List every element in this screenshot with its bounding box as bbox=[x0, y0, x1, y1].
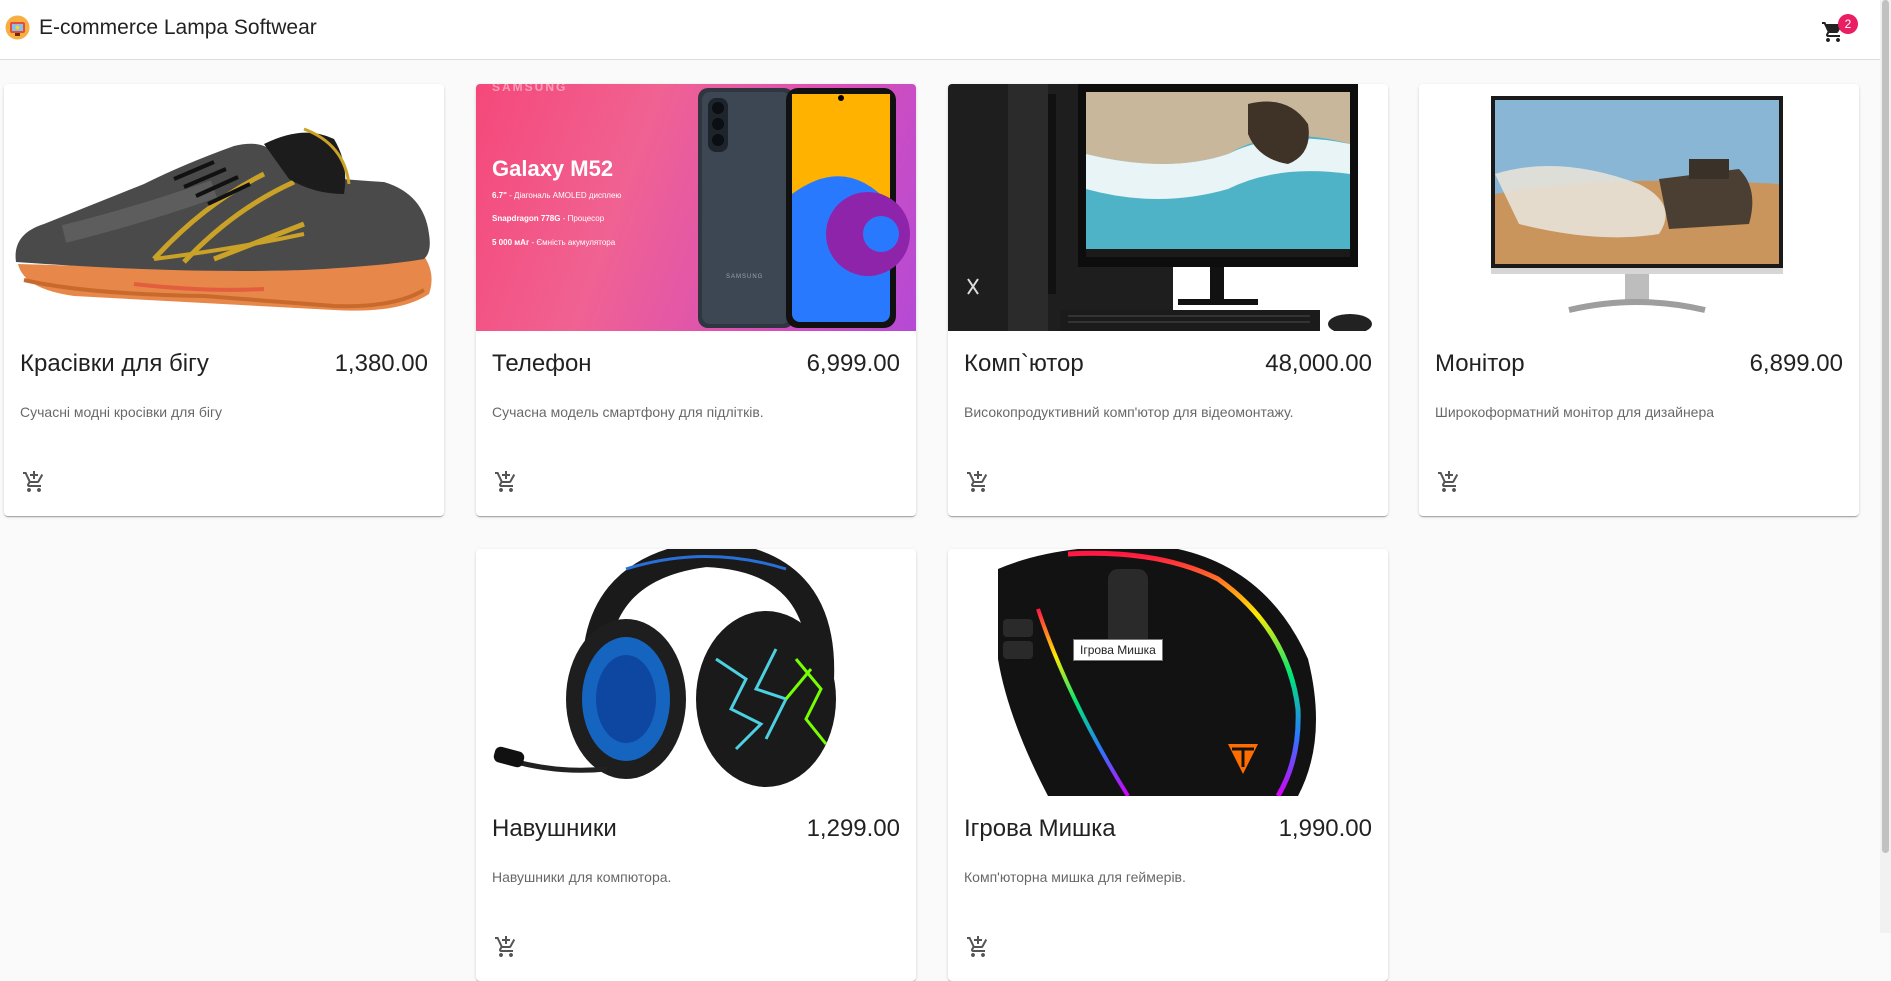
product-card: Монітор 6,899.00 Широкоформатний монітор… bbox=[1419, 84, 1859, 516]
image-tooltip: Ігрова Мишка bbox=[1073, 639, 1163, 661]
product-price: 6,999.00 bbox=[806, 350, 900, 377]
banner-brand: SAMSUNG bbox=[492, 84, 568, 94]
cart-button[interactable]: 2 bbox=[1818, 14, 1858, 48]
add-to-cart-button[interactable] bbox=[962, 466, 994, 498]
product-card: Навушники 1,299.00 Навушники для компюто… bbox=[476, 549, 916, 981]
banner-spec-3-value: 5 000 мАг bbox=[492, 238, 530, 247]
product-description: Навушники для компютора. bbox=[492, 869, 672, 885]
add-to-cart-button[interactable] bbox=[1433, 466, 1465, 498]
product-price: 1,299.00 bbox=[806, 815, 900, 842]
product-card: Ігрова Мишка 1,990.00 Комп'юторна мишка … bbox=[948, 549, 1388, 981]
banner-spec-1-value: 6.7" bbox=[492, 191, 507, 200]
product-name: Ігрова Мишка bbox=[964, 815, 1116, 842]
add-shopping-cart-icon bbox=[1438, 471, 1459, 492]
add-to-cart-button[interactable] bbox=[962, 931, 994, 963]
headphones-image[interactable] bbox=[476, 549, 916, 796]
product-name: Красівки для бігу bbox=[20, 350, 209, 377]
app-logo-icon bbox=[5, 15, 30, 40]
product-description: Високопродуктивний комп'ютор для відеомо… bbox=[964, 404, 1294, 420]
banner-spec-3: 5 000 мАг - Ємність акумулятора bbox=[492, 238, 615, 247]
banner-spec-2-label: - Процесор bbox=[562, 214, 605, 223]
desktop-computer-image[interactable] bbox=[948, 84, 1388, 331]
add-to-cart-button[interactable] bbox=[490, 466, 522, 498]
banner-spec-3-label: - Ємність акумулятора bbox=[531, 238, 616, 247]
add-shopping-cart-icon bbox=[495, 936, 516, 957]
add-shopping-cart-icon bbox=[967, 936, 988, 957]
add-shopping-cart-icon bbox=[23, 471, 44, 492]
banner-spec-2: Snapdragon 778G - Процесор bbox=[492, 214, 604, 223]
smartphone-image[interactable]: SAMSUNG Galaxy M52 6.7" - Діагональ AMOL… bbox=[476, 84, 916, 331]
product-price: 1,990.00 bbox=[1278, 815, 1372, 842]
scrollbar-thumb[interactable] bbox=[1882, 0, 1889, 853]
product-description: Широкоформатний монітор для дизайнера bbox=[1435, 404, 1715, 420]
banner-model: Galaxy M52 bbox=[492, 156, 614, 181]
product-description: Сучасна модель смартфону для підлітків. bbox=[492, 404, 764, 420]
app-title: E-commerce Lampa Softwear bbox=[39, 16, 317, 39]
product-name: Монітор bbox=[1435, 350, 1525, 377]
product-description: Комп'юторна мишка для геймерів. bbox=[964, 869, 1186, 885]
gaming-mouse-image[interactable] bbox=[948, 549, 1388, 796]
monitor-image[interactable] bbox=[1419, 84, 1859, 331]
add-to-cart-button[interactable] bbox=[18, 466, 50, 498]
product-card: Комп`ютор 48,000.00 Високопродуктивний к… bbox=[948, 84, 1388, 516]
product-name: Телефон bbox=[492, 350, 592, 377]
banner-spec-2-value: Snapdragon 778G bbox=[492, 214, 561, 223]
add-shopping-cart-icon bbox=[495, 471, 516, 492]
banner-spec-1: 6.7" - Діагональ AMOLED дисплею bbox=[492, 191, 621, 200]
add-to-cart-button[interactable] bbox=[490, 931, 522, 963]
product-name: Комп`ютор bbox=[964, 350, 1084, 377]
phone-brand-label: SAMSUNG bbox=[726, 274, 764, 280]
product-price: 6,899.00 bbox=[1749, 350, 1843, 377]
add-shopping-cart-icon bbox=[967, 471, 988, 492]
product-name: Навушники bbox=[492, 815, 617, 842]
product-price: 1,380.00 bbox=[334, 350, 428, 377]
product-description: Сучасні модні кросівки для бігу bbox=[20, 404, 223, 420]
product-card: Красівки для бігу 1,380.00 Сучасні модні… bbox=[4, 84, 444, 516]
cart-count-badge: 2 bbox=[1838, 14, 1858, 34]
running-shoe-image[interactable] bbox=[4, 84, 444, 331]
banner-spec-1-label: - Діагональ AMOLED дисплею bbox=[509, 191, 622, 200]
product-price: 48,000.00 bbox=[1265, 350, 1372, 377]
app-bar: E-commerce Lampa Softwear 2 bbox=[0, 0, 1891, 60]
product-card: SAMSUNG Galaxy M52 6.7" - Діагональ AMOL… bbox=[476, 84, 916, 516]
